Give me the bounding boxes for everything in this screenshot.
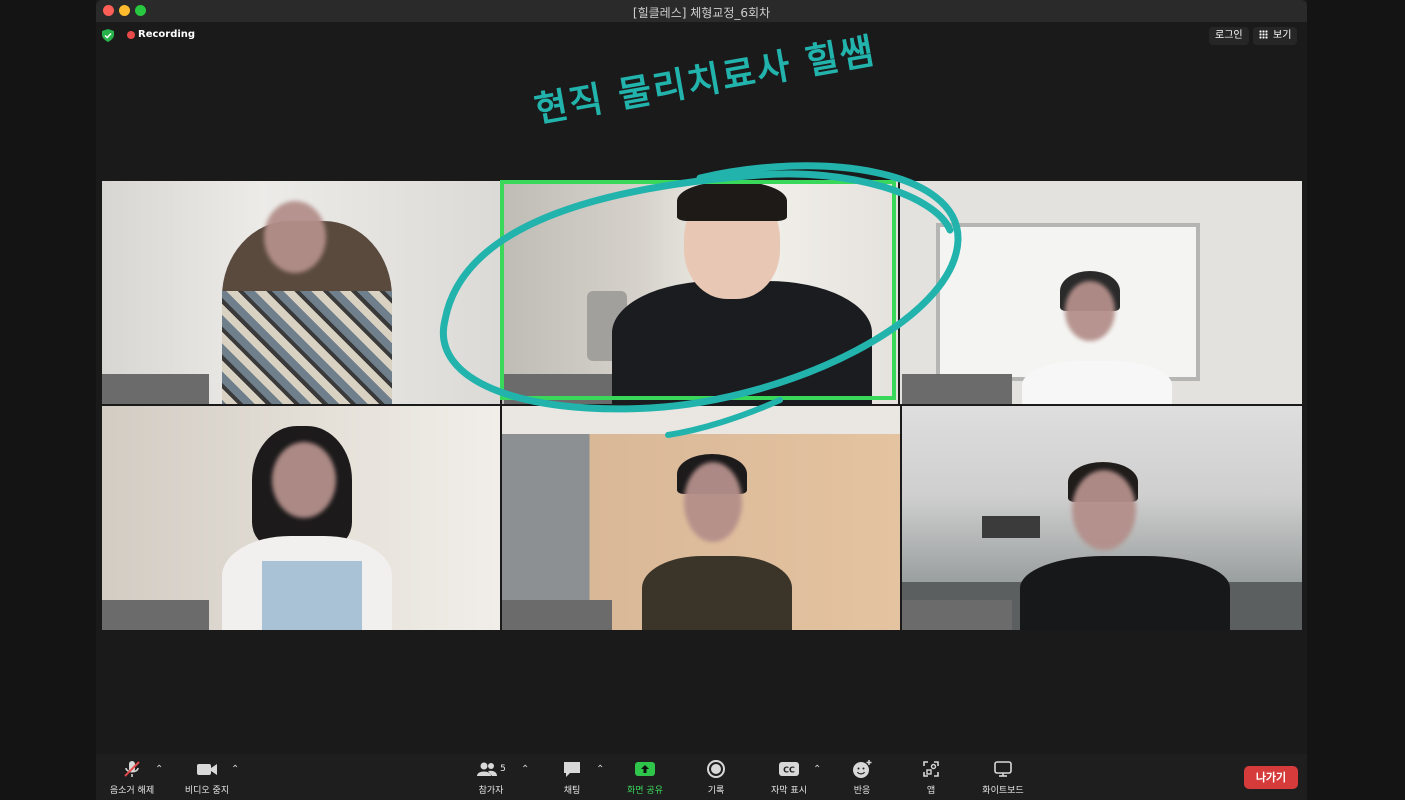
participants-options-caret-icon[interactable]: ⌃ <box>521 764 529 775</box>
video-options-caret-icon[interactable]: ⌃ <box>231 764 239 775</box>
reactions-label: 반응 <box>853 786 871 796</box>
unmute-label: 음소거 해제 <box>109 786 155 796</box>
reactions-button[interactable]: 반응 <box>842 758 882 796</box>
annotation-ellipse <box>439 162 962 438</box>
chat-bubble-icon <box>564 762 580 777</box>
svg-text:CC: CC <box>783 766 795 775</box>
share-screen-label: 화면 공유 <box>627 786 663 796</box>
video-camera-icon <box>197 764 217 775</box>
chat-label: 채팅 <box>563 786 581 796</box>
stop-video-button[interactable]: 비디오 중지 <box>178 758 236 796</box>
record-label: 기록 <box>707 786 725 796</box>
stop-video-label: 비디오 중지 <box>184 786 230 796</box>
share-screen-icon <box>635 762 655 776</box>
participants-button[interactable]: 5 참가자 <box>468 758 514 796</box>
participants-icon <box>477 762 498 776</box>
apps-icon <box>923 761 939 777</box>
whiteboard-label: 화이트보드 <box>982 786 1024 796</box>
smiley-plus-icon <box>853 760 872 778</box>
mic-muted-icon <box>124 761 140 777</box>
captions-button[interactable]: CC 자막 표시 <box>766 758 812 796</box>
chat-button[interactable]: 채팅 <box>550 758 594 796</box>
whiteboard-button[interactable]: 화이트보드 <box>976 758 1030 796</box>
share-screen-button[interactable]: 화면 공유 <box>620 758 670 796</box>
audio-options-caret-icon[interactable]: ⌃ <box>155 764 163 775</box>
captions-label: 자막 표시 <box>771 786 807 796</box>
apps-label: 앱 <box>926 786 936 796</box>
whiteboard-icon <box>994 761 1012 777</box>
participants-label: 참가자 <box>478 786 504 796</box>
record-icon <box>707 760 725 778</box>
closed-captions-icon: CC <box>779 762 799 776</box>
captions-options-caret-icon[interactable]: ⌃ <box>813 764 821 775</box>
chat-options-caret-icon[interactable]: ⌃ <box>596 764 604 775</box>
apps-button[interactable]: 앱 <box>914 758 948 796</box>
participant-count: 5 <box>500 764 506 774</box>
record-button[interactable]: 기록 <box>696 758 736 796</box>
leave-meeting-button[interactable]: 나가기 <box>1244 766 1298 789</box>
unmute-button[interactable]: 음소거 해제 <box>103 758 161 796</box>
